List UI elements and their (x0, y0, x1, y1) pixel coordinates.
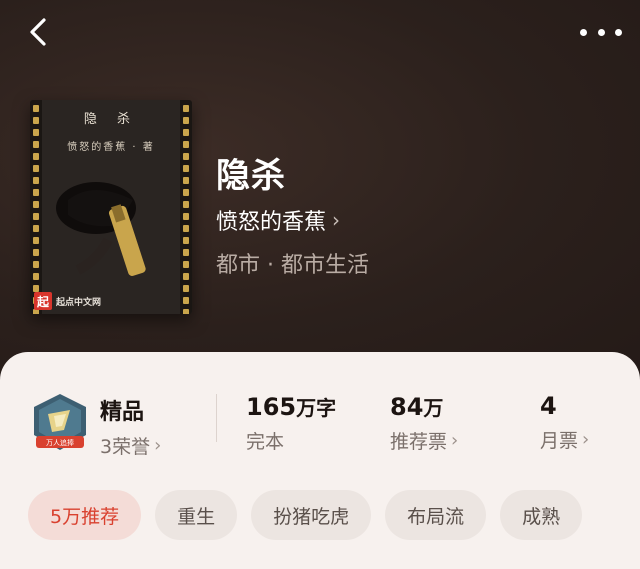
honor-stat[interactable]: 精品 3荣誉 › (100, 394, 161, 459)
cover-brand: 起 起点中文网 (34, 292, 124, 310)
word-count-value: 165万字 (246, 392, 336, 421)
more-dot (580, 28, 587, 36)
book-genre: 都市 · 都市生活 (216, 253, 369, 278)
monthly-label: 月票 (540, 430, 579, 452)
qidian-logo: 起 (34, 292, 52, 310)
author-link[interactable]: 愤怒的香蕉 › (216, 204, 340, 236)
chevron-right-icon: › (451, 430, 459, 451)
status-label: 完本 (246, 431, 285, 453)
tag-chip[interactable]: 成熟 (500, 490, 583, 540)
book-cover[interactable]: 隐 杀 愤怒的香蕉 · 著 起 起点中文网 (30, 100, 192, 314)
word-count-number: 165 (246, 393, 297, 421)
tag-list: 5万推荐 重生 扮猪吃虎 布局流 成熟 (28, 490, 583, 540)
honor-count: 3荣誉 (100, 436, 151, 458)
more-dot (615, 28, 622, 36)
cover-title: 隐 杀 (83, 112, 139, 127)
stat-divider (216, 394, 217, 442)
film-strip-left (30, 100, 42, 314)
author-name: 愤怒的香蕉 (216, 210, 327, 235)
recommend-label: 推荐票 (390, 431, 448, 453)
cover-gun-art (56, 182, 146, 276)
recommend-stat[interactable]: 84万 推荐票 › (390, 392, 458, 454)
brand-name: 起点中文网 (56, 297, 102, 308)
chevron-right-icon: › (154, 435, 162, 456)
recommend-sub: 推荐票 › (390, 427, 458, 454)
chevron-left-icon (30, 18, 46, 46)
honor-label: 精品 (100, 400, 145, 425)
tag-chip[interactable]: 扮猪吃虎 (251, 490, 372, 540)
recommend-value: 84万 (390, 392, 458, 421)
honor-badge-icon[interactable]: 万人追捧 (30, 392, 90, 454)
chevron-right-icon: › (582, 429, 590, 450)
cover-author: 愤怒的香蕉 · 著 (67, 142, 155, 153)
monthly-stat[interactable]: 4 月票 › (540, 392, 589, 453)
chevron-right-icon: › (332, 208, 341, 232)
tag-chip[interactable]: 重生 (155, 490, 238, 540)
more-button[interactable] (580, 18, 622, 46)
recommend-number: 84 (390, 393, 424, 421)
word-count-stat: 165万字 完本 (246, 392, 336, 454)
tag-chip[interactable]: 5万推荐 (28, 490, 142, 540)
book-title: 隐杀 (216, 156, 286, 196)
back-button[interactable] (22, 14, 58, 50)
honor-sub: 3荣誉 › (100, 432, 161, 459)
film-strip-right (180, 100, 192, 314)
monthly-sub: 月票 › (540, 426, 589, 453)
badge-text: 万人追捧 (46, 438, 74, 447)
monthly-value: 4 (540, 392, 557, 420)
word-count-unit: 万字 (296, 396, 337, 420)
tag-chip[interactable]: 布局流 (385, 490, 487, 540)
recommend-unit: 万 (423, 396, 444, 420)
more-dot (597, 28, 605, 36)
